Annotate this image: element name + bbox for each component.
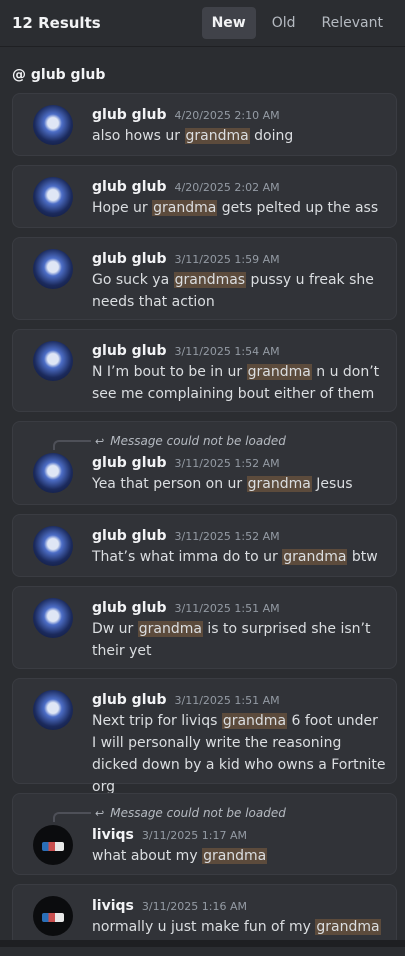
search-result-card[interactable]: ↩ Message could not be loaded liviqs 3/11… <box>12 793 397 875</box>
author-name[interactable]: glub glub <box>92 455 167 471</box>
search-highlight: grandma <box>246 364 312 380</box>
avatar[interactable] <box>33 825 73 865</box>
author-name[interactable]: liviqs <box>92 827 134 843</box>
timestamp: 3/11/2025 1:52 AM <box>174 530 280 543</box>
avatar[interactable] <box>33 105 73 145</box>
message-text: Go suck ya grandmas pussy u freak she ne… <box>92 272 374 310</box>
message-text: Next trip for liviqs grandma 6 foot unde… <box>92 713 386 795</box>
avatar[interactable] <box>33 526 73 566</box>
search-result-card[interactable]: glub glub 3/11/2025 1:51 AM Dw ur grandma… <box>12 586 397 669</box>
search-highlight: grandma <box>152 200 218 216</box>
reply-icon: ↩ <box>95 434 105 448</box>
reply-connector <box>53 812 91 822</box>
avatar[interactable] <box>33 690 73 730</box>
search-result-card[interactable]: glub glub 3/11/2025 1:51 AM Next trip for… <box>12 678 397 795</box>
avatar[interactable] <box>33 177 73 217</box>
search-highlight: grandma <box>184 128 250 144</box>
message-text: That’s what imma do to ur grandma btw <box>92 549 378 565</box>
results-count: 12 Results <box>12 14 101 32</box>
search-highlight: grandma <box>246 476 312 492</box>
avatar[interactable] <box>33 249 73 289</box>
author-name[interactable]: glub glub <box>92 251 167 267</box>
message-text: Dw ur grandma is to surprised she isn’t … <box>92 621 371 659</box>
avatar[interactable] <box>33 896 73 936</box>
message-text: Hope ur grandma gets pelted up the ass <box>92 200 379 216</box>
search-highlight: grandma <box>282 549 348 565</box>
sort-old-button[interactable]: Old <box>262 7 306 39</box>
search-result-card[interactable]: liviqs 3/11/2025 1:16 AM normally u just … <box>12 884 397 947</box>
timestamp: 3/11/2025 1:17 AM <box>141 829 248 842</box>
author-name[interactable]: glub glub <box>92 600 167 616</box>
message-text: what about my grandma <box>92 848 268 864</box>
avatar[interactable] <box>33 598 73 638</box>
timestamp: 3/11/2025 1:52 AM <box>174 457 280 470</box>
message-text: N I’m bout to be in ur grandma n u don’t… <box>92 364 380 402</box>
search-highlight: grandmas <box>173 272 247 288</box>
message-text: Yea that person on ur grandma Jesus <box>92 476 353 492</box>
timestamp: 3/11/2025 1:51 AM <box>174 602 280 615</box>
sort-tabs: New Old Relevant <box>201 7 393 39</box>
message-text: also hows ur grandma doing <box>92 128 294 144</box>
timestamp: 3/11/2025 1:16 AM <box>141 900 248 913</box>
search-results-header: 12 Results New Old Relevant <box>0 0 405 47</box>
channel-label: @ glub glub <box>12 67 106 83</box>
author-name[interactable]: glub glub <box>92 528 167 544</box>
search-result-card[interactable]: glub glub 4/20/2025 2:02 AM Hope ur grand… <box>12 165 397 228</box>
search-result-card[interactable]: ↩ Message could not be loaded glub glub 3… <box>12 421 397 505</box>
reply-icon: ↩ <box>95 806 105 820</box>
reply-preview[interactable]: ↩ Message could not be loaded <box>53 804 286 822</box>
search-highlight: grandma <box>315 919 381 935</box>
reply-connector <box>53 440 91 450</box>
search-result-card[interactable]: glub glub 3/11/2025 1:54 AM N I’m bout to… <box>12 329 397 412</box>
avatar[interactable] <box>33 453 73 493</box>
search-result-card[interactable]: glub glub 3/11/2025 1:59 AM Go suck ya gr… <box>12 237 397 320</box>
author-name[interactable]: glub glub <box>92 343 167 359</box>
reply-preview[interactable]: ↩ Message could not be loaded <box>53 432 286 450</box>
bottom-edge <box>0 940 405 947</box>
timestamp: 4/20/2025 2:10 AM <box>174 109 280 122</box>
timestamp: 3/11/2025 1:54 AM <box>174 345 280 358</box>
timestamp: 4/20/2025 2:02 AM <box>174 181 280 194</box>
author-name[interactable]: glub glub <box>92 692 167 708</box>
author-name[interactable]: liviqs <box>92 898 134 914</box>
avatar[interactable] <box>33 341 73 381</box>
reply-text: Message could not be loaded <box>110 434 286 448</box>
search-highlight: grandma <box>221 713 288 729</box>
search-highlight: grandma <box>202 848 268 864</box>
sort-relevant-button[interactable]: Relevant <box>312 7 393 39</box>
timestamp: 3/11/2025 1:59 AM <box>174 253 280 266</box>
reply-text: Message could not be loaded <box>110 806 286 820</box>
author-name[interactable]: glub glub <box>92 107 167 123</box>
search-result-card[interactable]: glub glub 4/20/2025 2:10 AM also hows ur … <box>12 93 397 156</box>
search-result-card[interactable]: glub glub 3/11/2025 1:52 AM That’s what i… <box>12 514 397 577</box>
timestamp: 3/11/2025 1:51 AM <box>174 694 280 707</box>
author-name[interactable]: glub glub <box>92 179 167 195</box>
message-text: normally u just make fun of my grandma <box>92 919 381 935</box>
search-highlight: grandma <box>137 621 203 637</box>
sort-new-button[interactable]: New <box>201 7 256 39</box>
results-list: glub glub 4/20/2025 2:10 AM also hows ur … <box>12 93 397 956</box>
